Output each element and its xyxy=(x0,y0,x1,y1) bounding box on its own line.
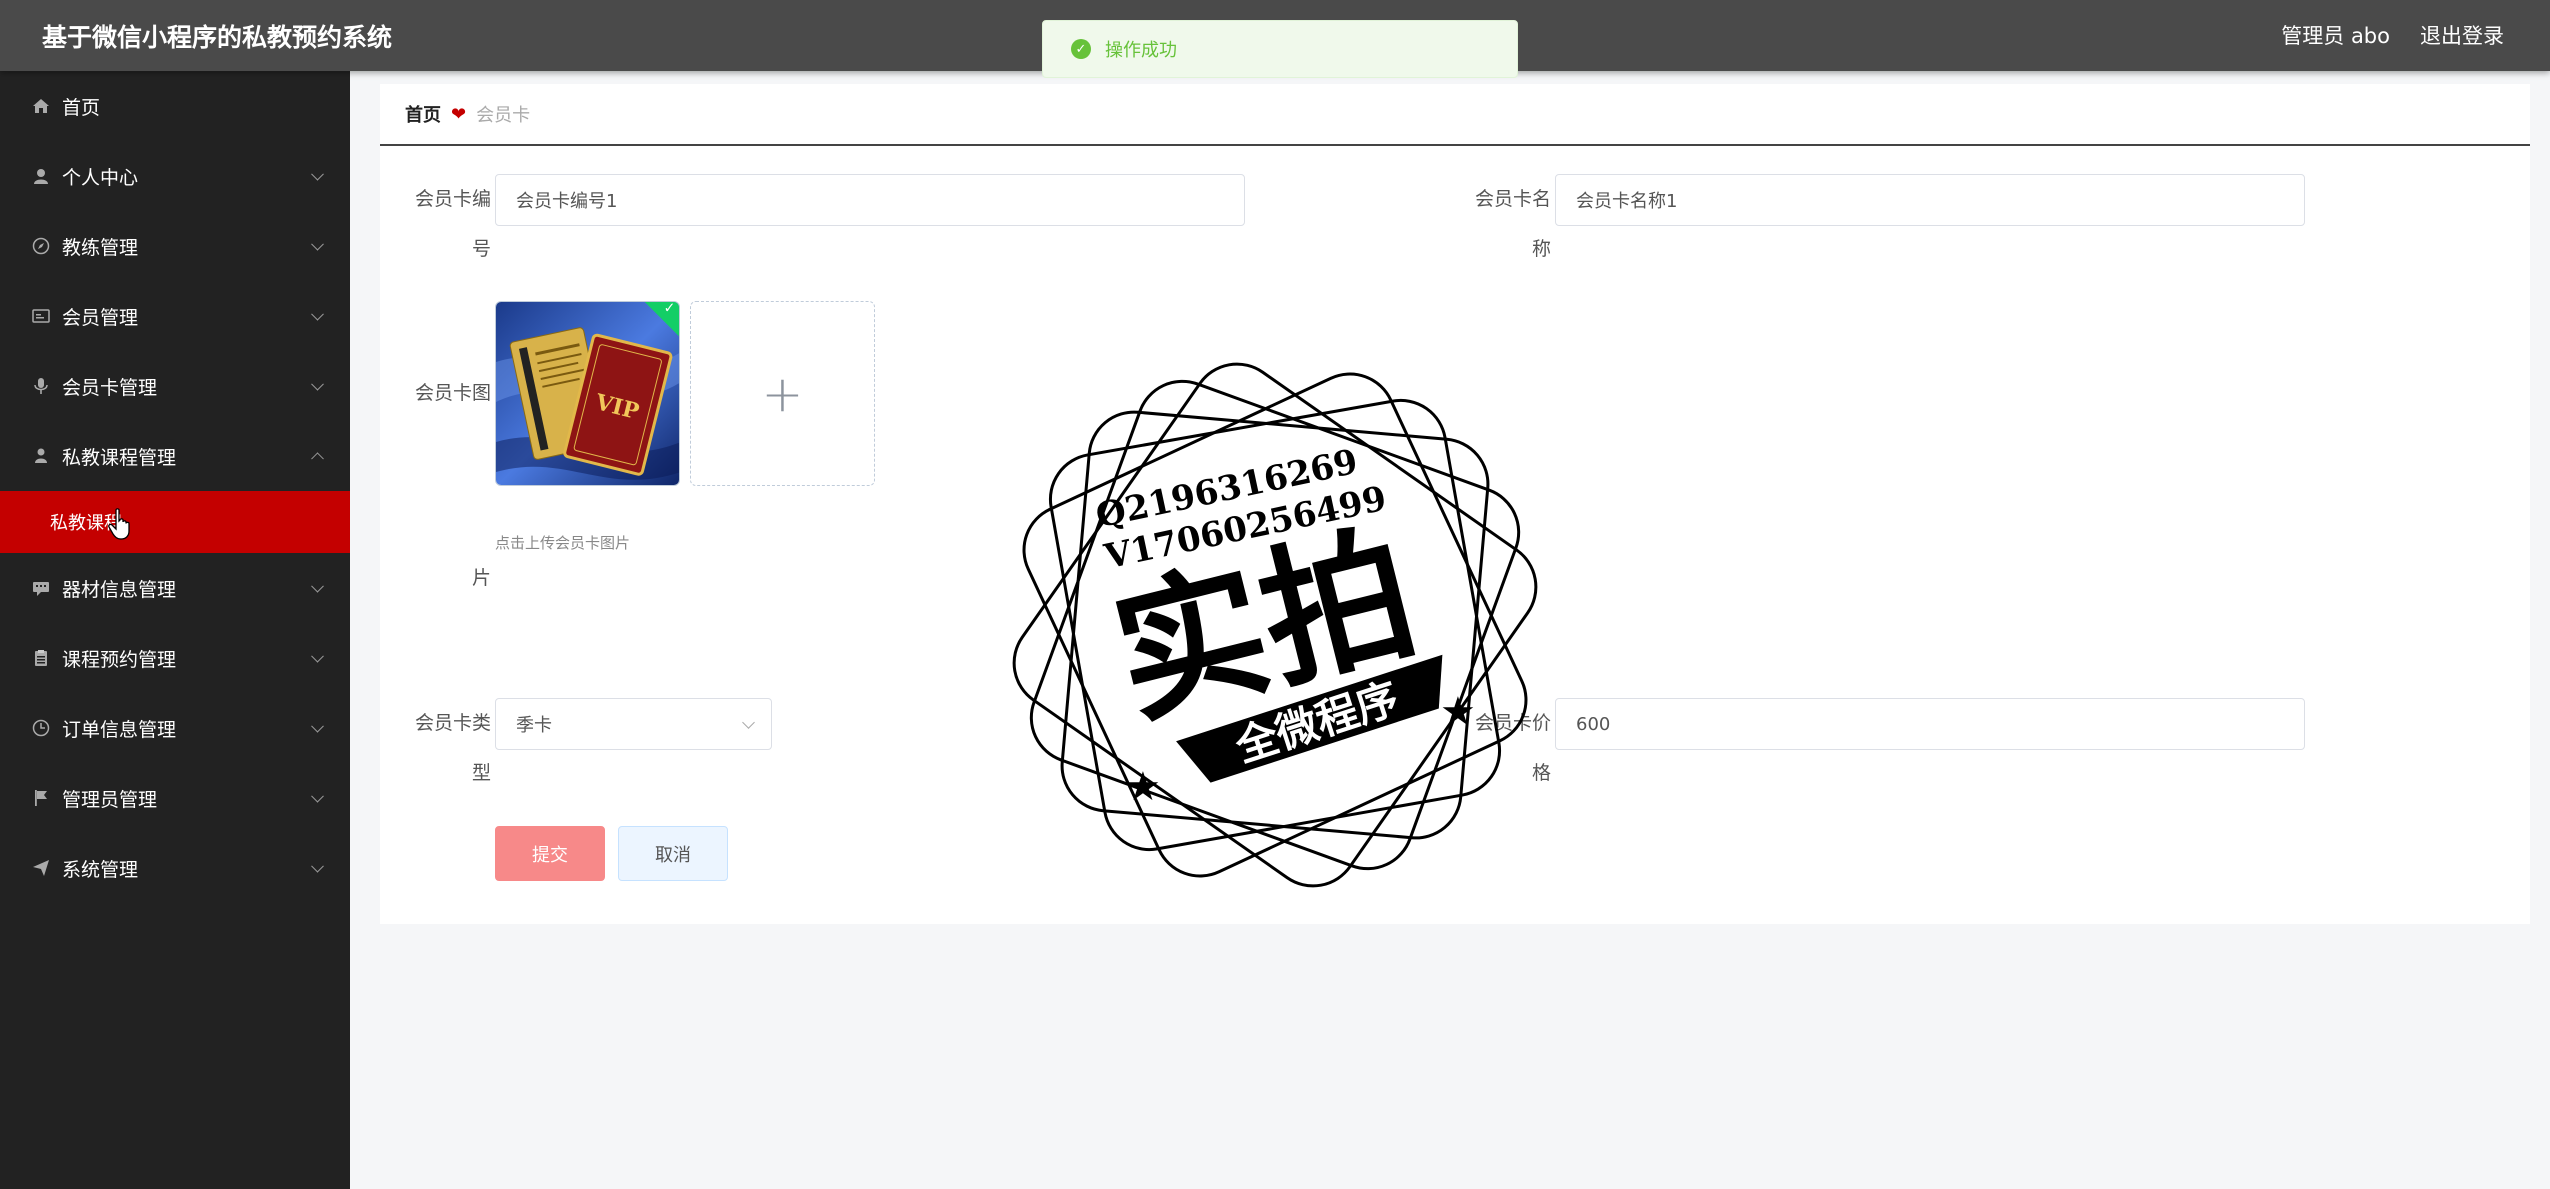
send-icon xyxy=(30,857,52,879)
sidebar-item-membership-card[interactable]: 会员卡管理 xyxy=(0,351,350,421)
chat-icon xyxy=(30,577,52,599)
check-circle-icon: ✓ xyxy=(1071,39,1091,59)
sidebar-item-orders[interactable]: 订单信息管理 xyxy=(0,693,350,763)
sidebar-subitem-private-course[interactable]: 私教课程 xyxy=(0,491,350,553)
breadcrumb: 首页 ❤ 会员卡 xyxy=(380,84,2530,146)
submit-button[interactable]: 提交 xyxy=(495,826,605,881)
chevron-down-icon xyxy=(311,649,324,663)
sidebar-item-profile[interactable]: 个人中心 xyxy=(0,141,350,211)
card-number-label: 会员卡编 号 xyxy=(405,174,491,274)
chevron-down-icon xyxy=(311,237,324,251)
sidebar-item-label: 个人中心 xyxy=(62,166,139,189)
card-image-label-line2: 片 xyxy=(471,567,491,589)
sidebar-item-label: 会员管理 xyxy=(62,306,139,329)
chevron-up-icon xyxy=(311,452,324,466)
card-number-input[interactable]: 会员卡编号1 xyxy=(495,174,1245,226)
compass-icon xyxy=(30,235,52,257)
success-toast: ✓ 操作成功 xyxy=(1042,20,1518,78)
sidebar-item-label: 教练管理 xyxy=(62,236,139,259)
sidebar-item-admin[interactable]: 管理员管理 xyxy=(0,763,350,833)
watermark-stamp: Q2196316269 V17060256499 实拍 全微程序 ★ ★ xyxy=(1012,362,1538,888)
clock-icon xyxy=(30,717,52,739)
chevron-down-icon xyxy=(311,789,324,803)
card-image-label-2: 片 xyxy=(405,553,491,603)
chevron-down-icon xyxy=(742,716,755,729)
sidebar-item-label: 私教课程管理 xyxy=(62,446,177,469)
card-name-label: 会员卡名 称 xyxy=(1465,174,1551,274)
flag-icon xyxy=(30,787,52,809)
clipboard-icon xyxy=(30,647,52,669)
card-name-value: 会员卡名称1 xyxy=(1576,191,1678,212)
chevron-down-icon xyxy=(311,719,324,733)
heart-icon: ❤ xyxy=(451,103,467,125)
card-name-label-line1: 会员卡名 xyxy=(1474,188,1551,210)
cancel-button[interactable]: 取消 xyxy=(618,826,728,881)
star-icon: ★ xyxy=(1125,764,1161,810)
sidebar-item-private-course[interactable]: 私教课程管理 xyxy=(0,421,350,491)
chevron-down-icon xyxy=(311,167,324,181)
microphone-icon xyxy=(30,375,52,397)
sidebar-item-label: 订单信息管理 xyxy=(62,718,177,741)
card-number-value: 会员卡编号1 xyxy=(516,191,618,212)
card-type-label: 会员卡类 型 xyxy=(405,698,491,798)
card-type-label-line1: 会员卡类 xyxy=(414,712,491,734)
chevron-down-icon xyxy=(311,579,324,593)
upload-tip: 点击上传会员卡图片 xyxy=(495,534,631,552)
card-name-label-line2: 称 xyxy=(1531,238,1551,260)
card-image-label-line1: 会员卡图 xyxy=(414,382,491,404)
sidebar-item-label: 首页 xyxy=(62,96,101,119)
hand-cursor-icon xyxy=(108,508,134,548)
card-type-label-line2: 型 xyxy=(471,762,491,784)
person-icon xyxy=(30,445,52,467)
upload-add-button[interactable]: + xyxy=(690,301,875,486)
card-price-input[interactable]: 600 xyxy=(1555,698,2305,750)
card-image-label: 会员卡图 xyxy=(405,368,491,418)
breadcrumb-home[interactable]: 首页 xyxy=(405,101,441,127)
chevron-down-icon xyxy=(311,377,324,391)
card-price-value: 600 xyxy=(1576,713,1611,735)
card-number-label-line1: 会员卡编 xyxy=(414,188,491,210)
sidebar-item-label: 会员卡管理 xyxy=(62,376,158,399)
sidebar-item-label: 课程预约管理 xyxy=(62,648,177,671)
toast-message: 操作成功 xyxy=(1105,40,1177,61)
chevron-down-icon xyxy=(311,307,324,321)
app-title: 基于微信小程序的私教预约系统 xyxy=(42,23,393,52)
sidebar-item-member[interactable]: 会员管理 xyxy=(0,281,350,351)
chevron-down-icon xyxy=(311,859,324,873)
logout-button[interactable]: 退出登录 xyxy=(2420,20,2504,50)
card-type-value: 季卡 xyxy=(516,715,552,736)
user-label[interactable]: 管理员 abo xyxy=(2281,20,2390,50)
star-icon: ★ xyxy=(1440,689,1476,735)
check-icon: ✓ xyxy=(663,301,676,317)
home-icon xyxy=(30,95,52,117)
uploaded-card-image[interactable]: VIP ✓ xyxy=(495,301,680,486)
sidebar-item-home[interactable]: 首页 xyxy=(0,71,350,141)
card-name-input[interactable]: 会员卡名称1 xyxy=(1555,174,2305,226)
sidebar-item-coach[interactable]: 教练管理 xyxy=(0,211,350,281)
breadcrumb-current: 会员卡 xyxy=(476,105,531,126)
user-icon xyxy=(30,165,52,187)
sidebar-item-label: 管理员管理 xyxy=(62,788,158,811)
vip-card-image: VIP xyxy=(496,302,679,485)
sidebar: 首页 个人中心 教练管理 会员管理 会员卡管理 私教课程管理 私教课程 器材信息… xyxy=(0,71,350,1189)
sidebar-item-label: 器材信息管理 xyxy=(62,578,177,601)
id-card-icon xyxy=(30,305,52,327)
card-number-label-line2: 号 xyxy=(471,238,491,260)
card-type-select[interactable]: 季卡 xyxy=(495,698,772,750)
sidebar-item-booking[interactable]: 课程预约管理 xyxy=(0,623,350,693)
sidebar-item-equipment[interactable]: 器材信息管理 xyxy=(0,553,350,623)
plus-icon: + xyxy=(761,364,804,423)
header-user-area: 管理员 abo 退出登录 xyxy=(2281,20,2504,50)
sidebar-item-label: 系统管理 xyxy=(62,858,139,881)
sidebar-item-system[interactable]: 系统管理 xyxy=(0,833,350,903)
